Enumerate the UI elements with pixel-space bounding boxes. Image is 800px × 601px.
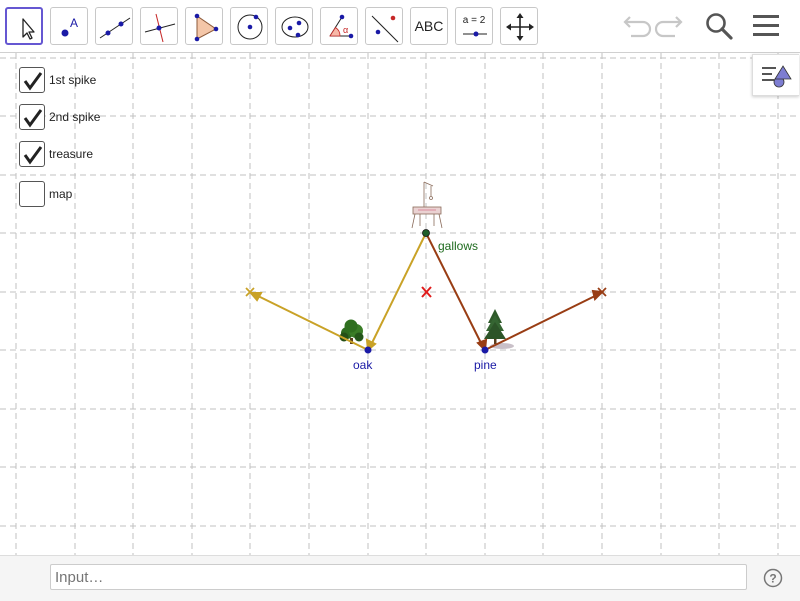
angle-icon: α — [329, 14, 354, 39]
main-menu-button[interactable] — [748, 8, 784, 44]
slider-icon — [463, 31, 487, 37]
polygon-icon — [194, 13, 219, 42]
redo-button[interactable] — [653, 8, 689, 44]
perpendicular-tool-button[interactable] — [140, 7, 178, 45]
search-button[interactable] — [701, 8, 737, 44]
graphics-view[interactable]: gallows oak pine — [0, 53, 800, 555]
checkbox-label: treasure — [49, 147, 94, 161]
treasure-checkbox[interactable] — [19, 141, 45, 167]
hamburger-menu-icon — [753, 15, 779, 36]
circle-tool-button[interactable] — [230, 7, 268, 45]
polygon-tool-button[interactable] — [185, 7, 223, 45]
line-tool-button[interactable] — [95, 7, 133, 45]
circle-icon — [237, 14, 263, 40]
help-button[interactable]: ? — [763, 568, 783, 588]
reflect-tool-button[interactable] — [365, 7, 403, 45]
map-checkbox[interactable] — [19, 181, 45, 207]
style-bar-icon — [762, 65, 792, 88]
move-tool-button[interactable] — [5, 7, 43, 45]
slider-tool-button[interactable]: a = 2 — [455, 7, 493, 45]
svg-text:α: α — [343, 25, 348, 35]
point-icon: A — [61, 16, 78, 37]
svg-text:?: ? — [769, 572, 776, 586]
ellipse-icon — [281, 16, 309, 38]
pine-point[interactable] — [481, 346, 489, 354]
redo-icon — [654, 16, 683, 38]
search-icon — [706, 13, 733, 40]
move-cross-arrows-icon — [506, 13, 534, 41]
checkbox-label: 2nd spike — [49, 110, 101, 124]
svg-text:A: A — [70, 16, 78, 30]
undo-icon — [623, 16, 652, 38]
pine-label: pine — [474, 358, 497, 372]
checkbox-label: 1st spike — [49, 73, 97, 87]
checkbox-first-spike[interactable]: 1st spike — [19, 66, 96, 94]
line-icon — [99, 17, 131, 39]
second-spike-checkbox[interactable] — [19, 104, 45, 130]
checkbox-second-spike[interactable]: 2nd spike — [19, 103, 100, 131]
oak-label: oak — [353, 358, 373, 372]
checkmark-icon — [23, 146, 43, 165]
gallows-label: gallows — [438, 239, 478, 253]
style-bar-toggle-button[interactable] — [752, 54, 799, 96]
checkmark-icon — [23, 72, 43, 91]
help-question-icon: ? — [763, 568, 783, 588]
first-spike-checkbox[interactable] — [19, 67, 45, 93]
gallows-point[interactable] — [422, 229, 430, 237]
checkbox-treasure[interactable]: treasure — [19, 140, 93, 168]
move-graphics-tool-button[interactable] — [500, 7, 538, 45]
oak-point[interactable] — [364, 346, 372, 354]
input-bar: ? — [0, 555, 800, 601]
checkmark-icon — [23, 109, 43, 128]
pointer-arrow-icon — [22, 18, 35, 40]
point-tool-button[interactable]: A — [50, 7, 88, 45]
text-tool-label: ABC — [414, 18, 444, 34]
checkbox-label: map — [49, 187, 73, 201]
reflect-line-icon — [371, 15, 399, 43]
algebra-input-field[interactable] — [50, 564, 747, 590]
checkbox-map[interactable]: map — [19, 180, 72, 208]
toolbar: A α ABC a = 2 — [0, 0, 800, 53]
undo-button[interactable] — [617, 8, 653, 44]
perpendicular-line-icon — [144, 13, 176, 43]
text-tool-button[interactable]: ABC — [410, 7, 448, 45]
angle-tool-button[interactable]: α — [320, 7, 358, 45]
ellipse-tool-button[interactable] — [275, 7, 313, 45]
